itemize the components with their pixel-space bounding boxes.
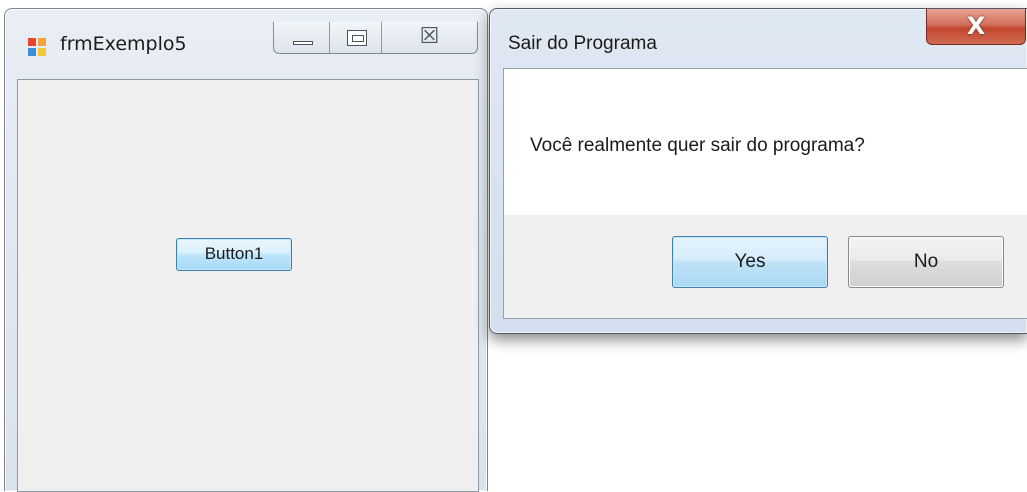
close-icon: ☒ — [419, 24, 440, 49]
maximize-button[interactable] — [330, 22, 382, 53]
button1[interactable]: Button1 — [176, 238, 292, 271]
app-icon[interactable] — [28, 38, 46, 56]
form-client-area: Button1 — [17, 79, 479, 492]
minimize-button[interactable] — [274, 22, 330, 53]
dialog-title: Sair do Programa — [508, 33, 657, 54]
form-title: frmExemplo5 — [60, 33, 187, 55]
yes-button[interactable]: Yes — [672, 236, 828, 288]
dialog-button-bar: Yes No — [504, 215, 1027, 318]
message-box-dialog: Sair do Programa X Você realmente quer s… — [489, 8, 1027, 334]
dialog-close-button[interactable]: X — [926, 9, 1026, 45]
minimize-icon — [293, 41, 313, 45]
maximize-icon — [347, 30, 367, 46]
no-button[interactable]: No — [848, 236, 1004, 288]
close-button[interactable]: ☒ — [382, 22, 477, 53]
dialog-message: Você realmente quer sair do programa? — [530, 135, 865, 156]
form-titlebar[interactable]: frmExemplo5 ☒ — [5, 9, 487, 69]
form-window: frmExemplo5 ☒ Button1 — [4, 8, 488, 492]
close-icon: X — [966, 12, 986, 40]
dialog-body: Você realmente quer sair do programa? Ye… — [503, 68, 1027, 319]
caption-buttons: ☒ — [273, 22, 478, 54]
